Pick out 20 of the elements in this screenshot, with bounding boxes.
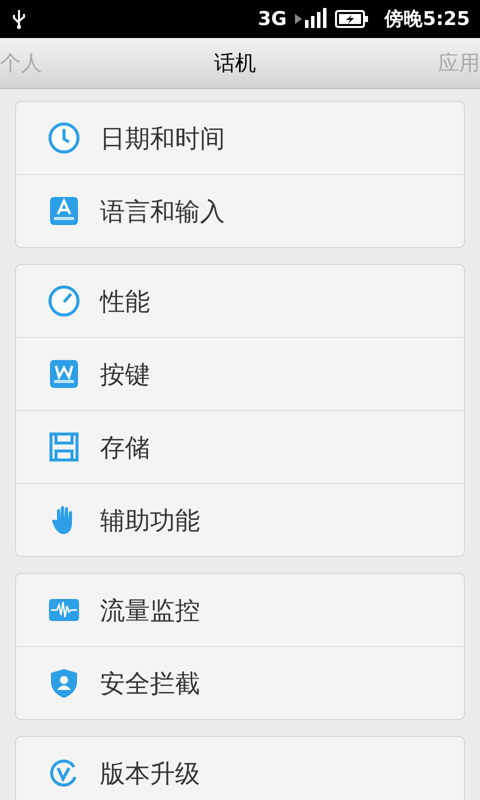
battery-icon	[334, 10, 369, 28]
letter-icon	[48, 358, 80, 390]
gauge-icon	[48, 285, 80, 317]
clock-icon	[48, 122, 80, 154]
settings-item[interactable]: 按键	[16, 337, 464, 410]
tab[interactable]: 话机	[214, 49, 256, 77]
letter-icon	[48, 195, 80, 227]
settings-item[interactable]: 辅助功能	[16, 483, 464, 556]
shield-icon	[48, 667, 80, 699]
settings-item[interactable]: 语言和输入	[16, 174, 464, 247]
clock-time: 傍晚5:25	[384, 7, 470, 32]
signal-icon	[294, 8, 327, 30]
settings-item[interactable]: 日期和时间	[16, 102, 464, 174]
settings-item[interactable]: 版本升级	[16, 737, 464, 800]
settings-item[interactable]: 安全拦截	[16, 646, 464, 719]
usb-icon	[12, 9, 26, 29]
network-type: 3G	[258, 8, 287, 30]
settings-item[interactable]: 流量监控	[16, 574, 464, 646]
settings-item[interactable]: 性能	[16, 265, 464, 337]
settings-item[interactable]: 存储	[16, 410, 464, 483]
